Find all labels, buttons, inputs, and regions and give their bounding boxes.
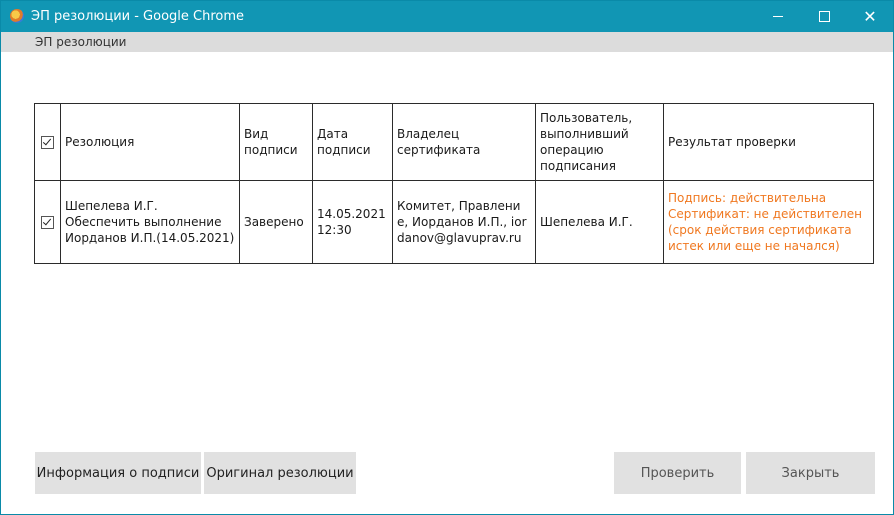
close-window-button[interactable]: ✕ [847,1,893,32]
cell-result: Подпись: действительна Сертификат: не де… [663,180,874,264]
signature-status: Подпись: действительна [668,191,827,205]
column-header-user[interactable]: Пользователь, выполнивший операцию подпи… [535,103,664,181]
window-title: ЭП резолюции - Google Chrome [31,9,245,24]
title-bar: ЭП резолюции - Google Chrome ✕ [1,1,893,32]
certificate-status: Сертификат: не действителен (срок действ… [668,207,862,253]
column-header-sign-type[interactable]: Вид подписи [239,103,313,181]
table-header-row: Резолюция Вид подписи Дата подписи Владе… [34,103,874,181]
check-icon [42,216,52,226]
sign-time: 12:30 [317,223,352,237]
header-checkbox-cell [34,103,61,181]
minimize-button[interactable] [755,1,801,32]
maximize-button[interactable] [801,1,847,32]
signature-info-button[interactable]: Информация о подписи [35,452,201,494]
cell-sign-date: 14.05.2021 12:30 [312,180,393,264]
column-header-sign-date[interactable]: Дата подписи [312,103,393,181]
tab-ep-resolutions[interactable]: ЭП резолюции [35,34,126,50]
column-header-resolution[interactable]: Резолюция [60,103,240,181]
maximize-icon [818,11,830,22]
close-button[interactable]: Закрыть [746,452,875,494]
cell-cert-owner: Комитет, Правление, Иорданов И.П., iorda… [392,180,536,264]
row-checkbox[interactable] [41,216,54,229]
check-icon [42,136,52,146]
column-header-result[interactable]: Результат проверки [663,103,874,181]
select-all-checkbox[interactable] [41,136,54,149]
tab-bar: ЭП резолюции [1,32,893,52]
column-header-cert-owner[interactable]: Владелец сертификата [392,103,536,181]
row-checkbox-cell [34,180,61,264]
chrome-icon [10,9,24,23]
table-row[interactable]: Шепелева И.Г. Обеспечить выполнение Иорд… [34,180,874,264]
resolution-signer: Иорданов И.П.(14.05.2021) [65,231,235,245]
signatures-table: Резолюция Вид подписи Дата подписи Владе… [34,103,874,264]
cell-user: Шепелева И.Г. [535,180,664,264]
cell-sign-type: Заверено [239,180,313,264]
sign-date: 14.05.2021 [317,207,386,221]
cell-resolution: Шепелева И.Г. Обеспечить выполнение Иорд… [60,180,240,264]
browser-window: ЭП резолюции - Google Chrome ✕ ЭП резолю… [0,0,894,515]
minimize-icon [773,16,783,17]
resolution-author: Шепелева И.Г. [65,199,158,213]
original-resolution-button[interactable]: Оригинал резолюции [204,452,356,494]
close-icon: ✕ [863,6,877,26]
verify-button[interactable]: Проверить [614,452,741,494]
resolution-text: Обеспечить выполнение [65,215,222,229]
